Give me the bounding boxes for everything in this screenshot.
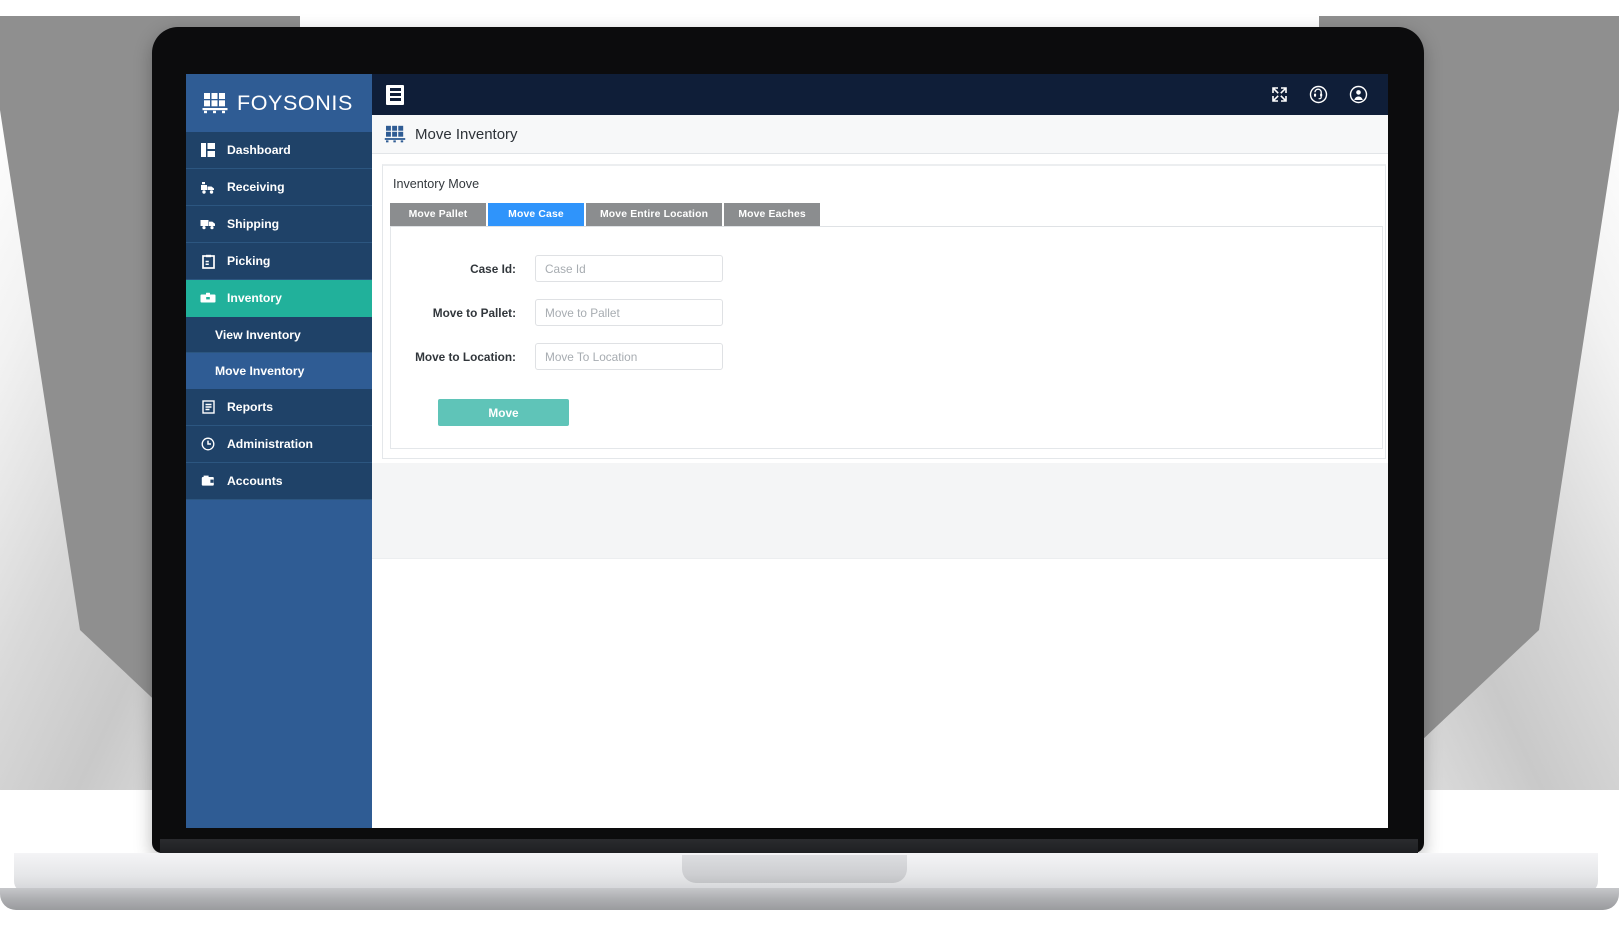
sidebar-subitem-label: View Inventory: [215, 327, 301, 342]
headset-support-icon[interactable]: [1309, 85, 1328, 104]
brand-logo[interactable]: FOYSONIS: [186, 74, 372, 132]
dashboard-grid-icon: [200, 143, 216, 157]
sidebar-item-view-inventory[interactable]: View Inventory: [186, 317, 372, 353]
page-header: Move Inventory: [372, 115, 1388, 154]
application-window: FOYSONIS Dashboard Receiving Shipping Pi…: [186, 74, 1388, 828]
tab-label: Move Case: [508, 209, 564, 220]
laptop-lid: FOYSONIS Dashboard Receiving Shipping Pi…: [152, 27, 1424, 853]
clock-gear-icon: [200, 437, 216, 451]
laptop-base-lip: [0, 888, 1619, 910]
sidebar: FOYSONIS Dashboard Receiving Shipping Pi…: [186, 74, 372, 828]
form-row-move-to-pallet: Move to Pallet:: [391, 299, 1382, 326]
move-submit-button[interactable]: Move: [438, 399, 569, 426]
sidebar-item-label: Receiving: [227, 180, 285, 194]
delivery-truck-icon: [200, 217, 216, 231]
sidebar-item-move-inventory[interactable]: Move Inventory: [186, 353, 372, 389]
tab-label: Move Entire Location: [600, 209, 709, 220]
content-filler: [372, 559, 1388, 828]
form-row-case-id: Case Id:: [391, 255, 1382, 282]
laptop-front-notch: [682, 855, 907, 883]
case-id-input[interactable]: [535, 255, 723, 282]
sidebar-item-label: Shipping: [227, 217, 280, 231]
expand-fullscreen-icon[interactable]: [1271, 86, 1288, 103]
top-bar: [372, 74, 1388, 115]
content-area: Inventory Move Move Pallet Move Case Mov…: [372, 154, 1388, 828]
sidebar-item-administration[interactable]: Administration: [186, 426, 372, 463]
tab-label: Move Pallet: [408, 209, 468, 220]
topbar-actions: [1271, 85, 1368, 104]
form-row-move-to-location: Move to Location:: [391, 343, 1382, 370]
sidebar-item-label: Inventory: [227, 291, 282, 305]
sidebar-item-receiving[interactable]: Receiving: [186, 169, 372, 206]
sidebar-item-label: Dashboard: [227, 143, 291, 157]
sidebar-filler: [186, 500, 372, 828]
main-area: Move Inventory Inventory Move Move Palle…: [372, 74, 1388, 828]
laptop-screen: FOYSONIS Dashboard Receiving Shipping Pi…: [186, 74, 1388, 828]
sidebar-item-shipping[interactable]: Shipping: [186, 206, 372, 243]
move-to-location-input[interactable]: [535, 343, 723, 370]
pallet-crate-icon: [384, 125, 406, 143]
report-page-icon: [200, 400, 216, 414]
move-to-location-label: Move to Location:: [415, 349, 516, 364]
truck-loading-icon: [200, 180, 216, 194]
case-id-label: Case Id:: [470, 261, 516, 276]
screenshot-stage: FOYSONIS Dashboard Receiving Shipping Pi…: [0, 0, 1619, 935]
clipboard-pick-icon: [200, 254, 216, 269]
wallet-icon: [200, 474, 216, 488]
sidebar-item-label: Picking: [227, 254, 271, 268]
sidebar-item-label: Administration: [227, 437, 313, 451]
panel-heading: Inventory Move: [383, 166, 1385, 203]
inventory-box-icon: [200, 291, 216, 305]
inventory-move-panel: Inventory Move Move Pallet Move Case Mov…: [382, 164, 1386, 459]
brand-name: FOYSONIS: [237, 90, 353, 115]
sidebar-item-inventory[interactable]: Inventory: [186, 280, 372, 317]
sidebar-item-reports[interactable]: Reports: [186, 389, 372, 426]
sidebar-item-label: Reports: [227, 400, 274, 414]
move-to-pallet-label: Move to Pallet:: [432, 305, 516, 320]
sidebar-nav: Dashboard Receiving Shipping Picking Inv…: [186, 132, 372, 500]
move-to-pallet-input[interactable]: [535, 299, 723, 326]
sidebar-item-accounts[interactable]: Accounts: [186, 463, 372, 500]
sidebar-item-dashboard[interactable]: Dashboard: [186, 132, 372, 169]
sidebar-item-label: Accounts: [227, 474, 283, 488]
tab-move-eaches[interactable]: Move Eaches: [724, 203, 821, 226]
move-case-form: Case Id: Move to Pallet: Move to Locatio…: [390, 226, 1383, 449]
content-spacer-block: [372, 463, 1388, 559]
sidebar-item-picking[interactable]: Picking: [186, 243, 372, 280]
pallet-crate-icon: [202, 92, 228, 114]
tab-label: Move Eaches: [738, 209, 806, 220]
hamburger-menu-icon[interactable]: [386, 84, 404, 105]
tab-move-case[interactable]: Move Case: [488, 203, 584, 226]
page-title: Move Inventory: [415, 125, 518, 143]
user-account-icon[interactable]: [1349, 85, 1368, 104]
tab-bar: Move Pallet Move Case Move Entire Locati…: [383, 203, 1385, 226]
tab-move-pallet[interactable]: Move Pallet: [390, 203, 486, 226]
sidebar-subitem-label: Move Inventory: [215, 363, 305, 378]
tab-move-entire-location[interactable]: Move Entire Location: [586, 203, 723, 226]
